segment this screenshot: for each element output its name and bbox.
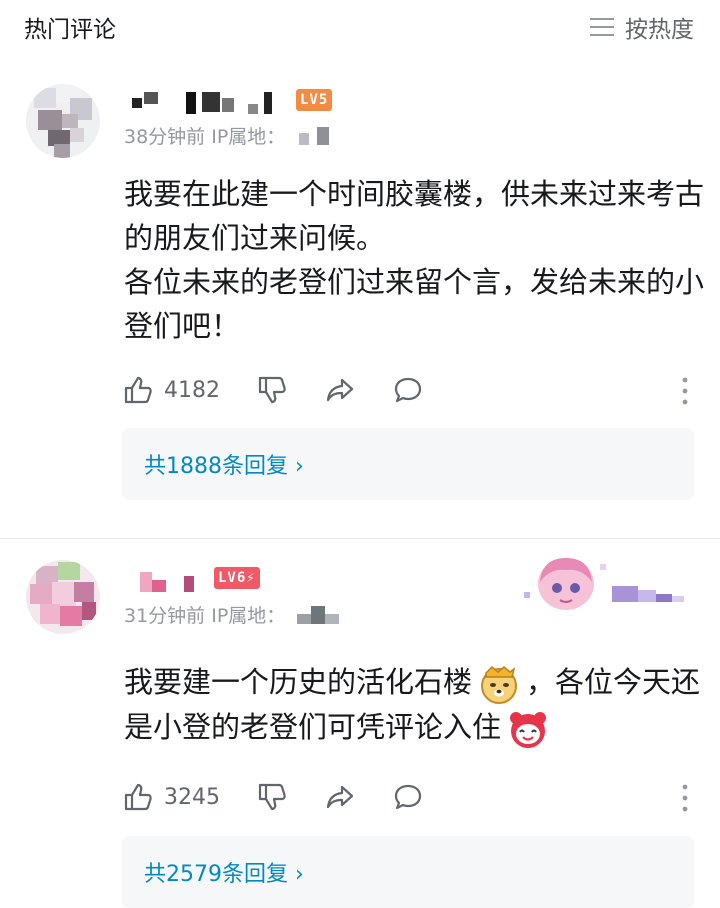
like-count: 4182 bbox=[164, 377, 220, 403]
avatar[interactable] bbox=[26, 560, 100, 634]
comment-divider bbox=[0, 538, 720, 539]
chevron-right-icon: › bbox=[295, 454, 304, 479]
comment-line: 各位未来的老登们过来留个言，发给未来的小登们吧！ bbox=[124, 265, 705, 343]
sort-label: 按热度 bbox=[625, 17, 694, 43]
fan-badge[interactable] bbox=[520, 552, 700, 616]
share-button[interactable] bbox=[324, 374, 356, 406]
view-replies-label: 共1888条回复 bbox=[144, 454, 288, 479]
dislike-button[interactable] bbox=[256, 374, 288, 406]
comment-actions: 3245 bbox=[122, 779, 692, 815]
share-button[interactable] bbox=[324, 781, 356, 813]
avatar-image bbox=[26, 560, 100, 634]
dislike-button[interactable] bbox=[256, 781, 288, 813]
chat-bubble-icon bbox=[394, 377, 422, 403]
comment-text-part: 我要建一个历史的活化石楼 bbox=[124, 665, 473, 699]
like-button[interactable]: 3245 bbox=[122, 781, 220, 813]
thumbs-up-icon bbox=[124, 783, 152, 811]
comment-line: 我要在此建一个时间胶囊楼，供未来过来考古的朋友们过来问候。 bbox=[124, 177, 705, 255]
view-replies-link[interactable]: 共2579条回复 › bbox=[144, 856, 304, 888]
view-replies-link[interactable]: 共1888条回复 › bbox=[144, 448, 304, 480]
replies-box: 共2579条回复 › bbox=[122, 836, 694, 908]
comment-time: 38分钟前 bbox=[124, 126, 206, 148]
red-bear-emoji-icon bbox=[510, 712, 547, 748]
comment-content: 我要建一个历史的活化石楼 ，各位今天还是小登的老登们可凭评论入住 bbox=[124, 660, 704, 750]
reply-button[interactable] bbox=[392, 781, 424, 813]
level-badge: LV6⚡ bbox=[214, 567, 260, 589]
ip-location-mosaic bbox=[299, 126, 330, 145]
ip-location-mosaic bbox=[297, 605, 340, 624]
thumbs-up-icon bbox=[124, 376, 152, 404]
username-mosaic[interactable] bbox=[124, 568, 214, 594]
comment-time: 31分钟前 bbox=[124, 605, 206, 627]
more-vertical-icon[interactable] bbox=[678, 783, 692, 813]
level-badge: LV5 bbox=[296, 89, 333, 111]
reply-button[interactable] bbox=[392, 374, 424, 406]
ip-label: IP属地： bbox=[211, 605, 286, 627]
share-arrow-icon bbox=[326, 378, 354, 402]
username-mosaic[interactable] bbox=[124, 90, 284, 116]
avatar[interactable] bbox=[26, 84, 100, 158]
avatar-image bbox=[26, 84, 100, 158]
comment-actions: 4182 bbox=[122, 372, 692, 408]
like-count: 3245 bbox=[164, 784, 220, 810]
replies-box: 共1888条回复 › bbox=[122, 428, 694, 500]
thumbs-down-icon bbox=[258, 376, 286, 404]
section-title: 热门评论 bbox=[24, 17, 116, 43]
anime-character-badge-icon bbox=[524, 558, 684, 610]
share-arrow-icon bbox=[326, 785, 354, 809]
comments-header: 热门评论 按热度 bbox=[0, 0, 720, 52]
more-vertical-icon[interactable] bbox=[678, 376, 692, 406]
comment-meta: 38分钟前 IP属地： bbox=[124, 122, 335, 149]
chat-bubble-icon bbox=[394, 784, 422, 810]
ip-label: IP属地： bbox=[211, 126, 286, 148]
doge-emoji-icon bbox=[481, 665, 518, 704]
menu-lines-icon bbox=[590, 18, 614, 36]
sort-button[interactable]: 按热度 bbox=[589, 10, 694, 44]
thumbs-down-icon bbox=[258, 783, 286, 811]
comment-content: 我要在此建一个时间胶囊楼，供未来过来考古的朋友们过来问候。 各位未来的老登们过来… bbox=[124, 172, 704, 348]
like-button[interactable]: 4182 bbox=[122, 374, 220, 406]
comment-meta: 31分钟前 IP属地： bbox=[124, 601, 343, 628]
